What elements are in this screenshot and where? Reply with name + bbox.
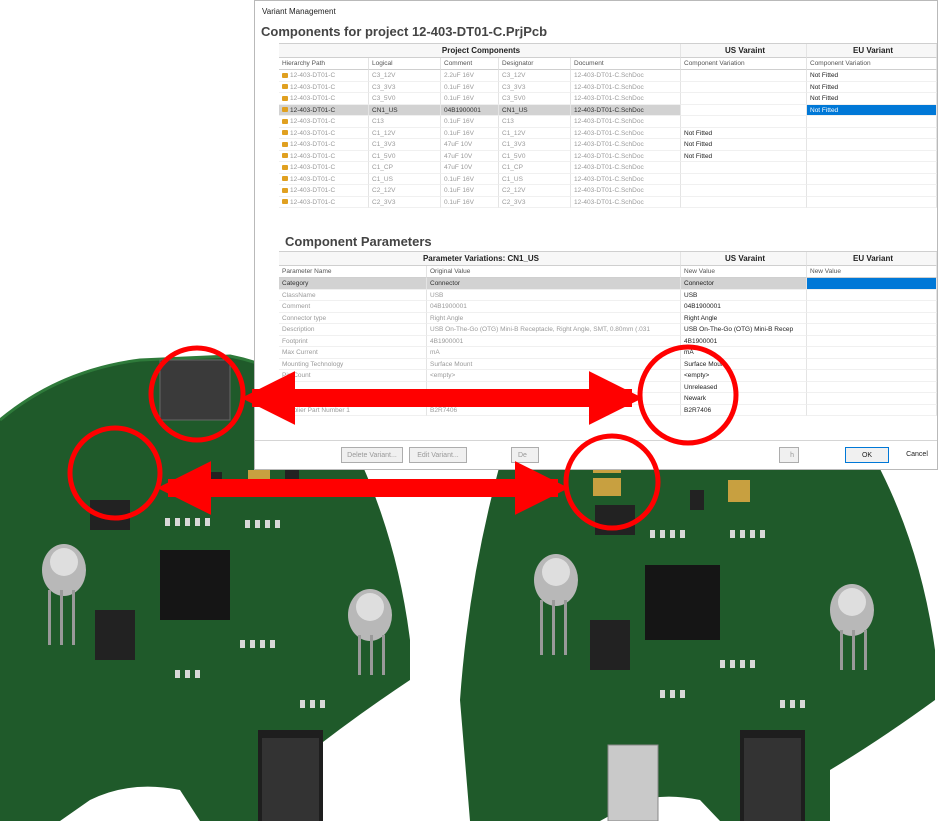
left-cap-area-highlight-circle [67,425,163,521]
right-capacitor-highlight-circle [563,433,661,531]
highlight-overlay [67,344,739,531]
right-newvalue-highlight-circle [637,344,739,446]
left-connector-highlight-circle [148,345,246,443]
